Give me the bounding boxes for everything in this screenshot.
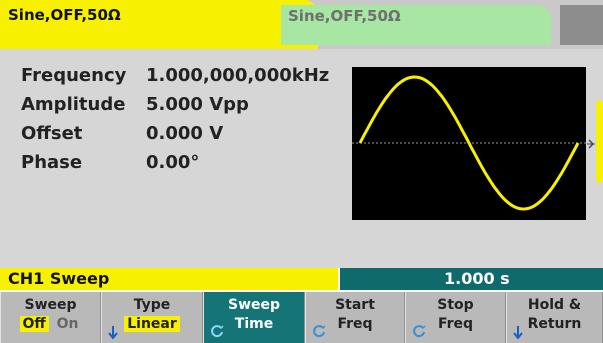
channel-tab-row: Sine,OFF,50Ω Sine,OFF,50Ω — [0, 0, 603, 49]
parameter-row-offset[interactable]: Offset 0.000 V — [21, 119, 329, 148]
tab-channel-1-label: Sine,OFF,50Ω — [8, 6, 121, 24]
amplitude-label: Amplitude — [21, 94, 126, 115]
phase-value: 0.00° — [146, 152, 200, 173]
amplitude-value: 5.000 Vpp — [146, 94, 249, 115]
sweep-onoff-selector: Off On — [1, 316, 100, 332]
softkey-row: Sweep Off On Type Linear Sweep Time Star… — [0, 292, 603, 343]
tab-channel-1[interactable]: Sine,OFF,50Ω — [0, 0, 318, 49]
tab-spacer — [560, 5, 603, 45]
waveform-svg — [352, 75, 586, 211]
start-freq-button[interactable]: Start Freq — [305, 292, 405, 343]
parameter-row-amplitude[interactable]: Amplitude 5.000 Vpp — [21, 90, 329, 119]
type-button-title: Type — [133, 297, 171, 313]
tab-channel-2[interactable]: Sine,OFF,50Ω — [281, 5, 551, 45]
parameter-panel: Frequency 1.000,000,000kHz Amplitude 5.0… — [0, 49, 603, 268]
offset-label: Offset — [21, 123, 83, 144]
parameter-list: Frequency 1.000,000,000kHz Amplitude 5.0… — [21, 61, 329, 177]
sweep-button-title: Sweep — [24, 297, 77, 313]
stop-freq-button[interactable]: Stop Freq — [405, 292, 506, 343]
stop-freq-line1: Stop — [437, 297, 474, 313]
start-freq-line1: Start — [335, 297, 375, 313]
sweep-off-option: Off — [19, 316, 49, 332]
sweep-on-option: On — [56, 316, 79, 332]
side-scroll-indicator — [596, 101, 603, 182]
parameter-row-frequency[interactable]: Frequency 1.000,000,000kHz — [21, 61, 329, 90]
status-value-field[interactable]: 1.000 s — [340, 268, 603, 290]
phase-label: Phase — [21, 152, 83, 173]
knob-icon — [313, 325, 326, 338]
frequency-label: Frequency — [21, 65, 127, 86]
function-generator-screen: Sine,OFF,50Ω Sine,OFF,50Ω Frequency 1.00… — [0, 0, 603, 343]
sweep-time-line1: Sweep — [227, 297, 281, 313]
hold-return-button[interactable]: Hold & Return — [506, 292, 603, 343]
tab-channel-2-label: Sine,OFF,50Ω — [288, 7, 401, 25]
down-arrow-icon — [108, 326, 118, 339]
status-mode-label: CH1 Sweep — [8, 269, 110, 288]
status-value-text: 1.000 s — [444, 269, 510, 288]
type-selected-linear: Linear — [124, 316, 180, 332]
frequency-value: 1.000,000,000kHz — [146, 65, 330, 86]
sweep-time-button[interactable]: Sweep Time — [203, 292, 305, 343]
knob-icon — [211, 325, 224, 338]
parameter-row-phase[interactable]: Phase 0.00° — [21, 148, 329, 177]
hold-return-line1: Hold & — [527, 297, 582, 313]
sweep-type-button[interactable]: Type Linear — [101, 292, 203, 343]
trigger-level-marker-icon — [587, 139, 595, 149]
knob-icon — [413, 325, 426, 338]
down-arrow-icon — [513, 326, 523, 339]
offset-value: 0.000 V — [146, 123, 224, 144]
sweep-onoff-button[interactable]: Sweep Off On — [0, 292, 101, 343]
status-mode: CH1 Sweep — [0, 268, 338, 290]
waveform-preview — [352, 67, 586, 220]
status-bar: CH1 Sweep 1.000 s — [0, 268, 603, 290]
